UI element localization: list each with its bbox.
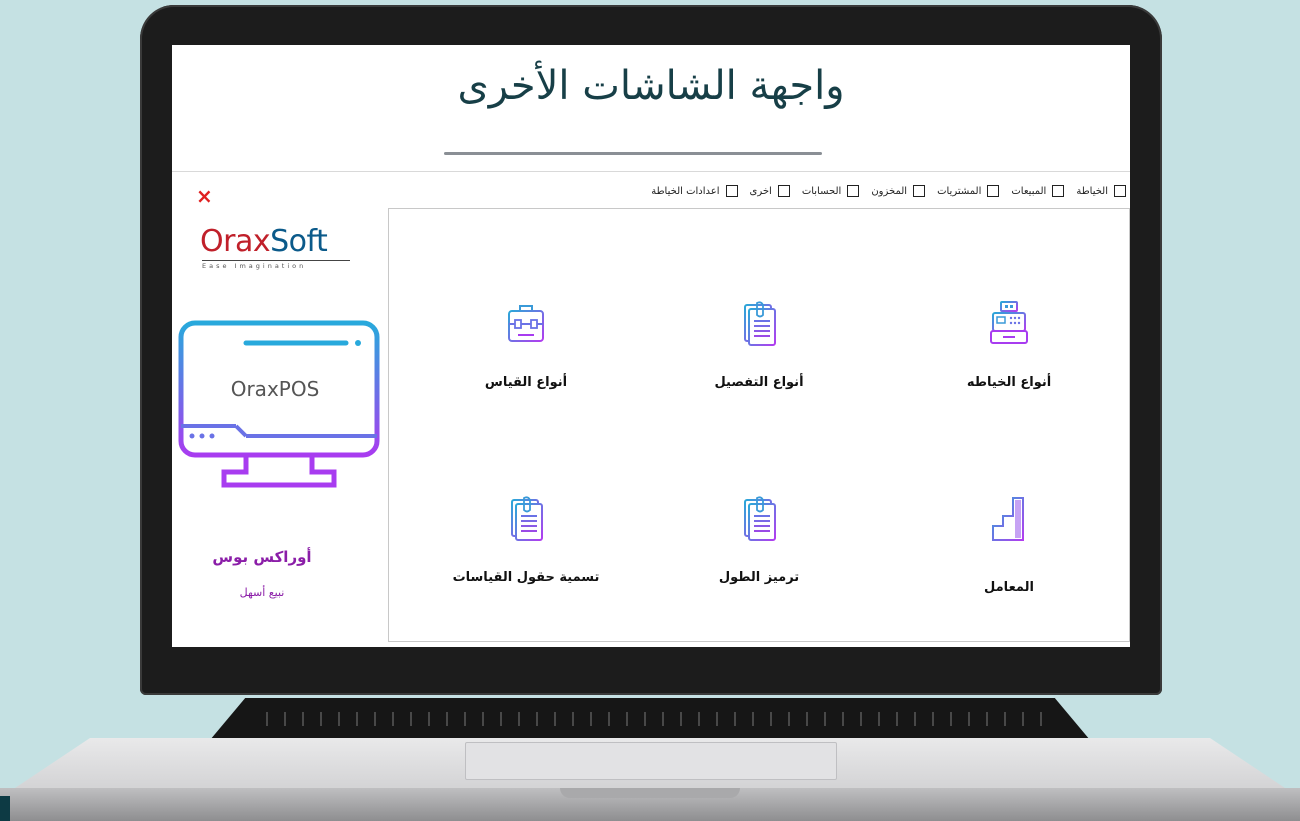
tile-length-coding[interactable]: ترميز الطول	[684, 494, 834, 585]
tile-label: ترميز الطول	[718, 570, 800, 585]
tab-accounts[interactable]: الحسابات	[802, 180, 860, 202]
oraxsoft-logo: OraxSoft	[200, 224, 328, 259]
checkbox-icon[interactable]	[987, 185, 1000, 197]
checkbox-icon[interactable]	[913, 185, 926, 197]
close-icon[interactable]: ×	[196, 184, 213, 208]
tab-label: الخياطة	[1076, 185, 1108, 197]
tab-label: المخزون	[871, 185, 908, 197]
tab-purchases[interactable]: المشتريات	[937, 180, 1000, 202]
tab-sales[interactable]: المبيعات	[1011, 180, 1065, 202]
checkbox-icon[interactable]	[847, 185, 860, 197]
document-icon	[744, 301, 776, 346]
logo-part2: Soft	[270, 224, 328, 259]
logo-tagline: Ease Imagination	[202, 260, 350, 270]
tile-measurement-fields[interactable]: تسمية حقول القياسات	[451, 494, 601, 585]
trackpad	[465, 742, 837, 780]
checkbox-icon[interactable]	[1052, 185, 1065, 197]
app-window: الخياطة المبيعات المشتريات المخزون الحسا…	[172, 171, 1130, 647]
tile-label: المعامل	[984, 580, 1034, 595]
tile-coefficients[interactable]: المعامل	[934, 494, 1084, 595]
checkbox-icon[interactable]	[725, 185, 738, 197]
checkbox-icon[interactable]	[1114, 185, 1126, 197]
cash-register-icon	[990, 301, 1028, 344]
checkbox-icon[interactable]	[777, 185, 790, 197]
page-headline: واجهة الشاشات الأخرى	[457, 63, 845, 109]
tile-label: أنواع الخياطه	[966, 375, 1052, 390]
headline-divider	[444, 152, 822, 155]
monitor-icon: OraxPOS	[178, 320, 380, 488]
monitor-label: OraxPOS	[231, 377, 320, 401]
tab-bar: الخياطة المبيعات المشتريات المخزون الحسا…	[639, 180, 1126, 202]
laptop-notch	[560, 788, 740, 798]
tab-tailoring[interactable]: الخياطة	[1076, 180, 1126, 202]
tile-measure-types[interactable]: أنواع القياس	[451, 299, 601, 390]
document-icon	[511, 496, 543, 541]
corner-accent	[0, 796, 10, 821]
tab-label: المشتريات	[937, 185, 982, 197]
tile-tailoring-types[interactable]: أنواع الخياطه	[934, 299, 1084, 390]
laptop-screen: واجهة الشاشات الأخرى الخياطة المبيعات ال…	[172, 45, 1130, 647]
brand-name: أوراكس بوس	[212, 548, 312, 566]
bar-chart-icon	[992, 497, 1024, 541]
logo-part1: Orax	[200, 224, 271, 259]
document-icon	[744, 496, 776, 541]
tile-label: تسمية حقول القياسات	[452, 570, 600, 585]
tab-label: اعدادات الخياطة	[651, 185, 720, 197]
toolbox-icon	[508, 305, 544, 342]
keyboard-keys	[250, 712, 1050, 726]
tab-other[interactable]: اخرى	[750, 180, 790, 202]
content-panel: أنواع الخياطه أنواع التفصيل أنواع القياس…	[388, 208, 1130, 642]
tile-label: أنواع التفصيل	[714, 375, 804, 390]
tile-detail-types[interactable]: أنواع التفصيل	[684, 299, 834, 390]
tab-label: المبيعات	[1011, 185, 1047, 197]
brand-slogan: نبيع أسهل	[239, 586, 285, 599]
tab-inventory[interactable]: المخزون	[871, 180, 926, 202]
tab-label: الحسابات	[801, 185, 842, 197]
tile-label: أنواع القياس	[484, 375, 568, 390]
tab-label: اخرى	[749, 185, 772, 197]
tab-tailoring-settings[interactable]: اعدادات الخياطة	[651, 180, 738, 202]
